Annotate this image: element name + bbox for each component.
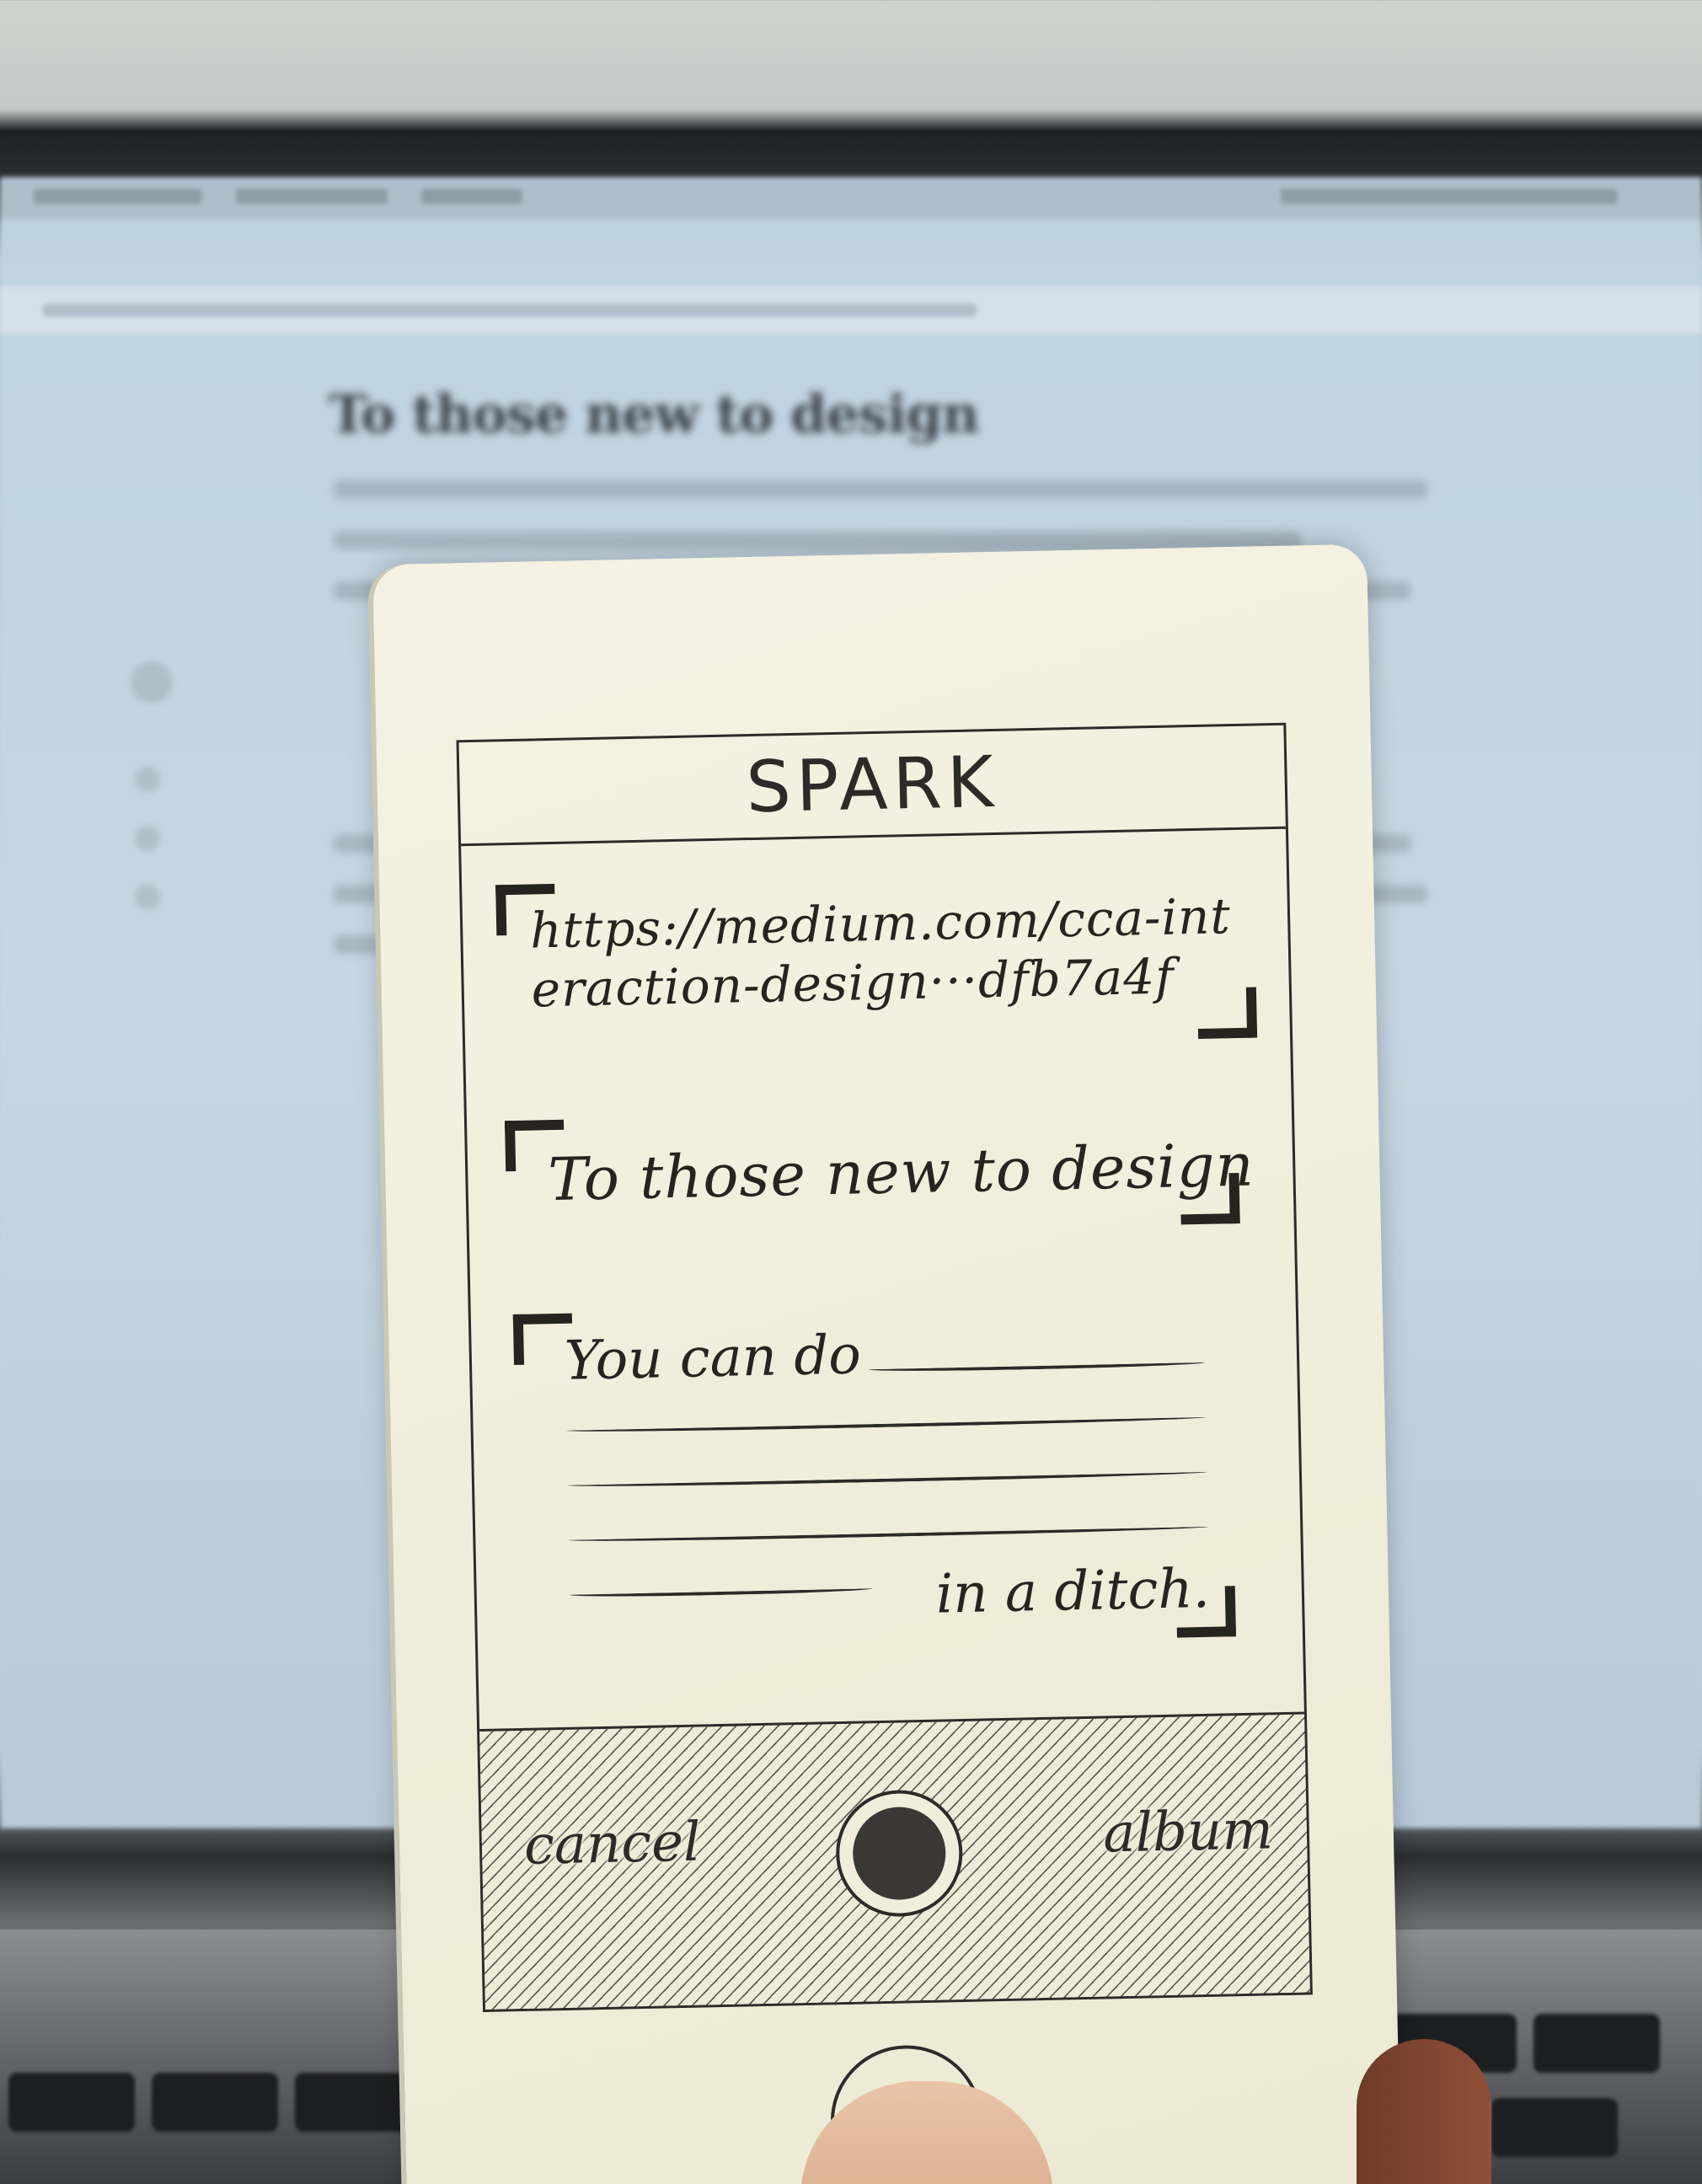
field-corner-bottom-right [1175, 1586, 1236, 1638]
finger [1357, 2039, 1491, 2184]
title-field[interactable]: To those new to design [504, 1105, 1257, 1239]
app-title: SPARK [745, 740, 999, 829]
scribble-line [868, 1358, 1206, 1373]
clap-icon [131, 661, 173, 704]
url-field[interactable]: https://medium.com/cca-interaction-desig… [495, 870, 1258, 1054]
twitter-icon [135, 767, 160, 792]
url-field-value: https://medium.com/cca-interaction-desig… [529, 887, 1232, 1019]
title-field-value: To those new to design [547, 1130, 1255, 1215]
phone-screen: SPARK https://medium.com/cca-interaction… [456, 722, 1313, 2012]
album-button[interactable]: album [1103, 1799, 1274, 1865]
scribble-line [568, 1523, 1209, 1544]
excerpt-start-text: You can do [564, 1324, 862, 1393]
scribble-line [566, 1468, 1207, 1489]
cancel-button[interactable]: cancel [523, 1812, 701, 1877]
shutter-icon[interactable] [834, 1789, 964, 1919]
bookmark-icon [135, 885, 160, 910]
field-corner-bottom-right [1180, 1172, 1240, 1225]
shutter-inner [852, 1806, 947, 1901]
field-corner-bottom-right [1196, 987, 1258, 1039]
browser-url-bar [0, 286, 1702, 334]
app-header: SPARK [458, 725, 1286, 847]
paper-prototype-card: SPARK https://medium.com/cca-interaction… [372, 543, 1401, 2184]
browser-menubar [0, 177, 1702, 219]
excerpt-field[interactable]: You can do in a ditch. [512, 1299, 1261, 1651]
scribble-line [569, 1585, 873, 1598]
camera-action-bar: cancel album [479, 1711, 1310, 2010]
excerpt-end-text: in a ditch. [935, 1557, 1211, 1626]
facebook-icon [135, 826, 160, 851]
scribble-line [565, 1413, 1207, 1434]
article-title: To those new to design [329, 383, 980, 445]
